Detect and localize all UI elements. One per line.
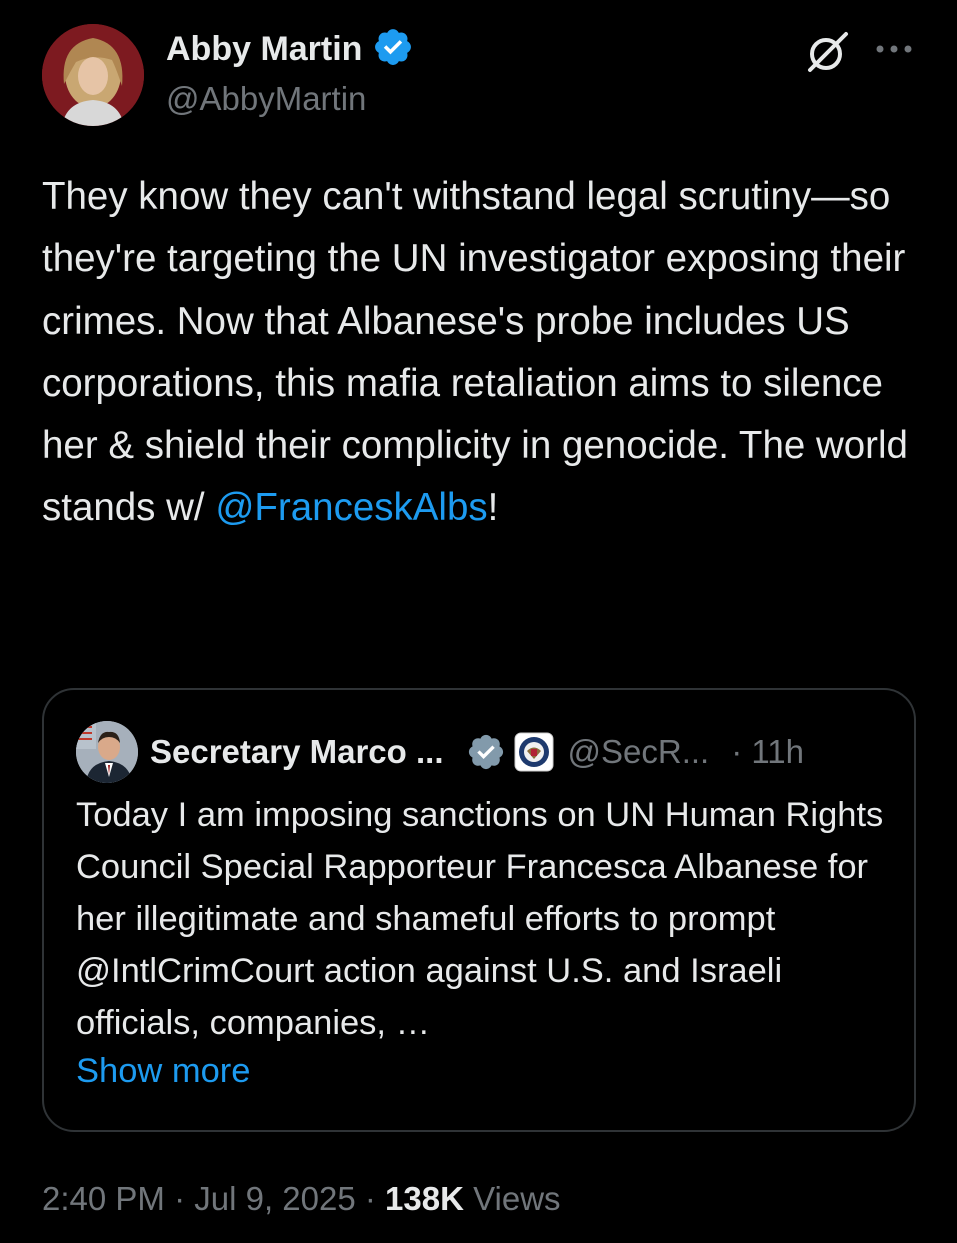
author-handle[interactable]: @AbbyMartin [166,80,366,118]
mention-link[interactable]: @FranceskAlbs [215,486,487,529]
quoted-author-name[interactable]: Secretary Marco ... [150,733,444,771]
views-count: 138K [385,1180,464,1217]
quoted-tweet-card[interactable]: Secretary Marco ... @SecR... · 11h Today… [42,688,916,1132]
quoted-tweet-text: Today I am imposing sanctions on UN Huma… [76,796,884,1042]
tweet-meta: 2:40 PM · Jul 9, 2025 · 138K Views [42,1180,561,1218]
quoted-header: Secretary Marco ... @SecR... · 11h [150,732,804,772]
grok-icon[interactable] [804,28,852,76]
meta-separator: · [164,1180,195,1217]
government-verified-badge-icon [466,732,506,772]
quoted-timestamp[interactable]: · 11h [731,733,804,771]
tweet-text-end: ! [487,486,499,530]
verified-badge-icon [372,26,414,73]
post-date[interactable]: Jul 9, 2025 [194,1180,355,1217]
author-name[interactable]: Abby Martin [166,30,362,69]
post-time[interactable]: 2:40 PM [42,1180,165,1217]
author-name-row: Abby Martin [166,26,414,73]
views-label: Views [473,1180,561,1217]
tweet-text: They know they can't withstand legal scr… [42,166,922,540]
meta-separator: · [355,1180,386,1217]
quoted-author-handle[interactable]: @SecR... [568,733,710,771]
author-avatar[interactable] [42,24,144,126]
state-department-seal-icon [514,732,554,772]
quoted-author-avatar[interactable] [76,721,138,783]
tweet-text-body: They know they can't withstand legal scr… [42,175,908,530]
more-options-icon[interactable] [872,34,916,64]
show-more-link[interactable]: Show more [76,1052,251,1091]
